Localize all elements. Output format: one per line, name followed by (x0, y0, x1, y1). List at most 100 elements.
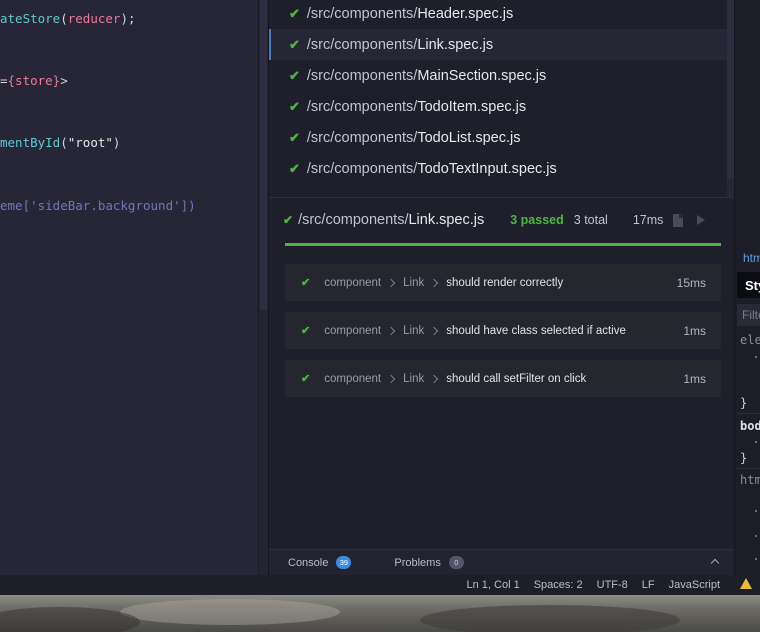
chevron-right-icon (386, 374, 396, 383)
test-file-item-partial[interactable] (269, 184, 727, 197)
check-icon: ✔ (301, 373, 311, 385)
wallpaper-cloud (120, 599, 340, 625)
check-icon: ✔ (289, 160, 300, 176)
test-file-item[interactable]: ✔ /src/components/TodoList.spec.js (269, 122, 727, 153)
code-line[interactable]: eme['sideBar.background']) (0, 198, 196, 213)
test-runner-panel: ✔ /src/components/Header.spec.js ✔ /src/com… (268, 0, 735, 575)
test-case-crumb: component (324, 276, 382, 289)
devtools-panel: html Styles Filter element.style } body … (734, 0, 760, 575)
warning-icon[interactable] (740, 578, 752, 589)
code-line[interactable]: ateStore(reducer); (0, 11, 136, 26)
console-tab-label: Console (288, 556, 329, 569)
chevron-right-icon (386, 326, 396, 335)
console-tab[interactable]: Console 39 (288, 556, 352, 569)
problems-tab[interactable]: Problems 0 (394, 556, 464, 569)
bottom-panel-bar: Console 39 Problems 0 (269, 549, 735, 575)
devtools-close-brace: } (740, 396, 748, 410)
test-file-item[interactable]: ✔ /src/components/TodoTextInput.spec.js (269, 153, 727, 184)
code-token: eme['sideBar.background']) (0, 198, 196, 213)
devtools-dot (755, 441, 757, 443)
detail-path-file: Link.spec.js (408, 212, 485, 228)
chevron-up-icon[interactable] (710, 558, 720, 568)
devtools-dot (755, 535, 757, 537)
editor-scrollbar[interactable] (258, 0, 268, 575)
test-case-crumb: Link (403, 276, 425, 289)
test-file-item[interactable]: ✔ /src/components/TodoItem.spec.js (269, 91, 727, 122)
test-case-crumb: component (324, 324, 382, 337)
test-case-crumb: Link (403, 324, 425, 337)
test-file-list: ✔ /src/components/Header.spec.js ✔ /src/com… (269, 0, 727, 197)
total-time: 17ms (632, 213, 664, 227)
encoding[interactable]: UTF-8 (597, 579, 628, 591)
code-token: = (0, 73, 8, 88)
check-icon: ✔ (289, 36, 300, 52)
code-token: ) (112, 135, 121, 150)
code-token: {store} (7, 73, 61, 88)
file-path-name: Link.spec.js (417, 36, 494, 53)
test-case-name: should have class selected if active (446, 324, 626, 337)
indent-setting[interactable]: Spaces: 2 (534, 579, 583, 591)
chevron-right-icon (386, 278, 396, 287)
test-file-item[interactable]: ✔ /src/components/Link.spec.js (269, 29, 727, 60)
test-case-crumb: component (324, 372, 382, 385)
file-path-name: TodoItem.spec.js (417, 98, 527, 115)
play-icon[interactable] (697, 215, 706, 225)
test-case-name: should call setFilter on click (446, 372, 587, 385)
devtools-dot (755, 510, 757, 512)
check-icon: ✔ (283, 213, 294, 227)
file-path-name: TodoTextInput.spec.js (417, 160, 557, 177)
file-path-dir: /src/components/ (306, 67, 418, 84)
file-path-dir: /src/components/ (306, 129, 418, 146)
code-token: reducer (67, 11, 121, 26)
file-path-dir: /src/components/ (306, 160, 418, 177)
devtools-rule-html[interactable]: html (740, 473, 760, 487)
devtools-rule-body[interactable]: body (740, 419, 760, 433)
test-case-crumb: Link (403, 372, 425, 385)
language-mode[interactable]: JavaScript (669, 579, 720, 591)
check-icon: ✔ (289, 5, 300, 21)
devtools-filter-input[interactable]: Filter (737, 304, 760, 326)
test-case-row[interactable]: ✔ component Link should render correctly 15m… (285, 264, 721, 301)
test-detail-header: ✔ /src/components/ Link.spec.js 3 passed… (283, 210, 723, 230)
code-token: ); (120, 11, 136, 26)
devtools-close-brace: } (740, 451, 748, 465)
code-line[interactable]: ={store}> (0, 73, 68, 88)
cursor-position[interactable]: Ln 1, Col 1 (467, 579, 520, 591)
test-case-row[interactable]: ✔ component Link should have class selected… (285, 312, 721, 349)
code-token: ateStore (0, 11, 61, 26)
devtools-styles-tab[interactable]: Styles (737, 272, 760, 298)
test-progress-bar (285, 243, 721, 246)
test-case-time: 1ms (683, 371, 706, 386)
status-bar: Ln 1, Col 1 Spaces: 2 UTF-8 LF JavaScrip… (268, 575, 734, 595)
chevron-right-icon (429, 278, 439, 287)
check-icon: ✔ (289, 129, 300, 145)
code-editor[interactable]: ateStore(reducer); ={store}> mentById("roo… (0, 0, 258, 575)
file-path-dir: /src/components/ (306, 36, 418, 53)
document-icon[interactable] (673, 213, 684, 227)
problems-count-badge: 0 (448, 556, 464, 569)
file-path-name: MainSection.spec.js (417, 67, 547, 84)
check-icon: ✔ (301, 277, 311, 289)
test-case-name: should render correctly (446, 276, 564, 289)
detail-path-dir: /src/components/ (298, 212, 409, 228)
test-file-item[interactable]: ✔ /src/components/Header.spec.js (269, 0, 727, 29)
code-token: ( (60, 11, 68, 26)
test-case-row[interactable]: ✔ component Link should call setFilter on c… (285, 360, 721, 397)
devtools-html-tab[interactable]: html (743, 251, 760, 265)
check-icon: ✔ (289, 67, 300, 83)
devtools-dot (755, 558, 757, 560)
devtools-divider (737, 468, 760, 469)
file-path-dir: /src/components/ (306, 98, 418, 115)
line-ending[interactable]: LF (642, 579, 655, 591)
editor-scrollbar-thumb[interactable] (260, 0, 267, 310)
code-token: mentById (0, 135, 61, 150)
editor-status-area (0, 575, 268, 595)
chevron-right-icon (429, 326, 439, 335)
code-line[interactable]: mentById("root") (0, 135, 120, 150)
test-file-item[interactable]: ✔ /src/components/MainSection.spec.js (269, 60, 727, 91)
devtools-rule-element-style[interactable]: element.style (740, 333, 760, 347)
chevron-right-icon (429, 374, 439, 383)
passed-count: 3 passed (510, 213, 564, 227)
test-detail: ✔ /src/components/ Link.spec.js 3 passed… (269, 197, 735, 549)
devtools-divider (737, 413, 760, 414)
